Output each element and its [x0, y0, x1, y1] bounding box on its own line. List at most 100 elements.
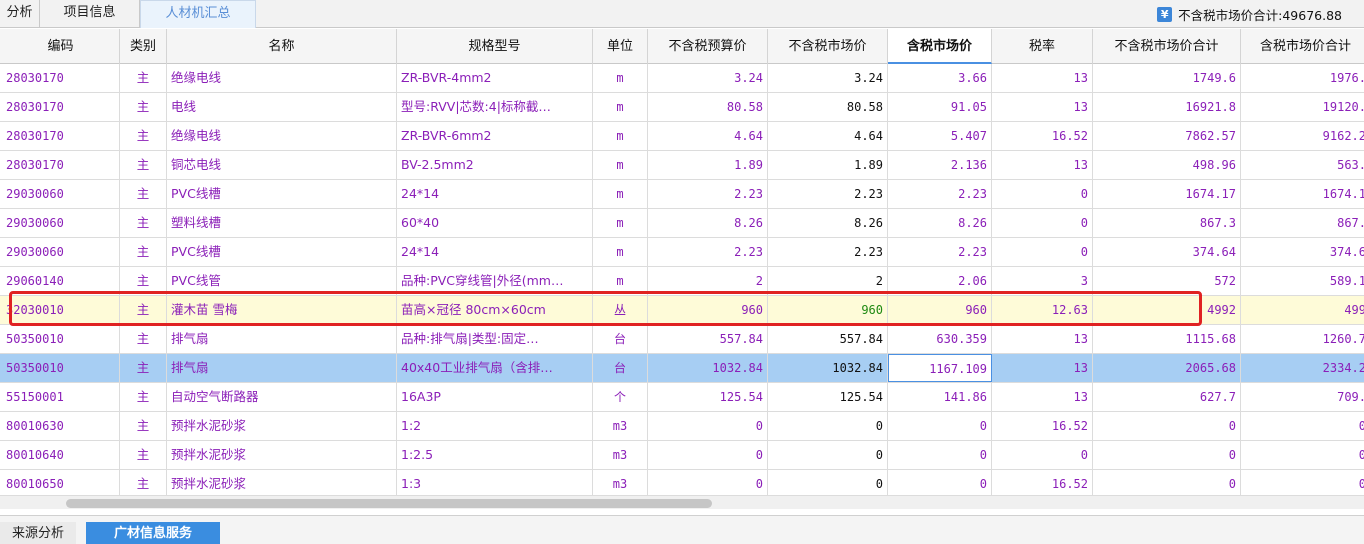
market-total-tax-cell[interactable]: 2334.2 — [1241, 354, 1364, 382]
table-row[interactable]: 28030170 主绝缘电线 ZR-BVR-4mm2 m 3.24 3.24 3.66 13 1… — [0, 64, 1364, 93]
col-market-total-tax[interactable]: 含税市场价合计 — [1241, 29, 1364, 64]
market-total-cell[interactable]: 867.3 — [1093, 209, 1241, 237]
budget-price-cell[interactable]: 3.24 — [648, 64, 768, 92]
market-price-cell[interactable]: 2 — [768, 267, 888, 295]
market-total-cell[interactable]: 374.64 — [1093, 238, 1241, 266]
spec-cell[interactable]: 40x40工业排气扇（含排… — [397, 354, 593, 382]
market-price-tax-cell[interactable]: 3.66 — [888, 64, 992, 92]
market-total-cell[interactable]: 0 — [1093, 412, 1241, 440]
budget-price-cell[interactable]: 4.64 — [648, 122, 768, 150]
code-cell[interactable]: 28030170 — [2, 122, 120, 150]
market-price-cell[interactable]: 3.24 — [768, 64, 888, 92]
budget-price-cell[interactable]: 557.84 — [648, 325, 768, 353]
name-cell[interactable]: 预拌水泥砂浆 — [167, 412, 397, 440]
code-cell[interactable]: 32030010 — [2, 296, 120, 324]
unit-cell[interactable]: m3 — [593, 441, 648, 469]
table-row[interactable]: 50350010 主排气扇 40x40工业排气扇（含排… 台 1032.84 1032.8… — [0, 354, 1364, 383]
unit-cell[interactable]: 台 — [593, 354, 648, 382]
unit-cell[interactable]: m3 — [593, 470, 648, 495]
market-total-tax-cell[interactable]: 9162.2 — [1241, 122, 1364, 150]
col-unit[interactable]: 单位 — [593, 29, 648, 64]
budget-price-cell[interactable]: 2.23 — [648, 238, 768, 266]
table-row[interactable]: 28030170 主绝缘电线 ZR-BVR-6mm2 m 4.64 4.64 5.407 16… — [0, 122, 1364, 151]
market-total-cell[interactable]: 1115.68 — [1093, 325, 1241, 353]
market-total-tax-cell[interactable]: 0 — [1241, 412, 1364, 440]
code-cell[interactable]: 50350010 — [2, 325, 120, 353]
col-market-price[interactable]: 不含税市场价 — [768, 29, 888, 64]
market-price-tax-cell[interactable]: 960 — [888, 296, 992, 324]
unit-cell[interactable]: m — [593, 151, 648, 179]
col-spec[interactable]: 规格型号 — [397, 29, 593, 64]
type-cell[interactable]: 主 — [120, 93, 167, 121]
table-row[interactable]: 80010650主预拌水泥砂浆1:3m300016.5200 — [0, 470, 1364, 495]
tax-rate-cell[interactable]: 13 — [992, 93, 1093, 121]
name-cell[interactable]: 排气扇 — [167, 325, 397, 353]
code-cell[interactable]: 29030060 — [2, 238, 120, 266]
type-cell[interactable]: 主 — [120, 470, 167, 495]
tax-rate-cell[interactable]: 13 — [992, 325, 1093, 353]
market-price-cell[interactable]: 0 — [768, 441, 888, 469]
table-row[interactable]: 29060140 主 PVC线管 品种:PVC穿线管|外径(mm… m 2 2 2.06 3 57… — [0, 267, 1364, 296]
horizontal-scrollbar[interactable] — [0, 495, 1364, 509]
tax-rate-cell[interactable]: 0 — [992, 180, 1093, 208]
spec-cell[interactable]: ZR-BVR-6mm2 — [397, 122, 593, 150]
name-cell[interactable]: 电线 — [167, 93, 397, 121]
table-row[interactable]: 28030170 主电线 型号:RVV|芯数:4|标称截… m 80.58 80.58 91… — [0, 93, 1364, 122]
code-cell[interactable]: 80010640 — [2, 441, 120, 469]
name-cell[interactable]: 绝缘电线 — [167, 64, 397, 92]
budget-price-cell[interactable]: 80.58 — [648, 93, 768, 121]
market-total-cell[interactable]: 7862.57 — [1093, 122, 1241, 150]
type-cell[interactable]: 主 — [120, 354, 167, 382]
col-market-total[interactable]: 不含税市场价合计 — [1093, 29, 1241, 64]
table-row[interactable]: 55150001 主自动空气断路器 16A3P 个 125.54 125.54 141.86… — [0, 383, 1364, 412]
unit-cell[interactable]: m — [593, 238, 648, 266]
market-total-tax-cell[interactable]: 1674.1 — [1241, 180, 1364, 208]
market-total-tax-cell[interactable]: 563. — [1241, 151, 1364, 179]
budget-price-cell[interactable]: 1032.84 — [648, 354, 768, 382]
market-price-tax-cell[interactable]: 2.06 — [888, 267, 992, 295]
market-total-cell[interactable]: 4992 — [1093, 296, 1241, 324]
tax-rate-cell[interactable]: 16.52 — [992, 122, 1093, 150]
spec-cell[interactable]: ZR-BVR-4mm2 — [397, 64, 593, 92]
market-total-tax-cell[interactable]: 1976. — [1241, 64, 1364, 92]
market-price-tax-cell[interactable]: 2.136 — [888, 151, 992, 179]
tax-rate-cell[interactable]: 16.52 — [992, 412, 1093, 440]
tax-rate-cell[interactable]: 0 — [992, 209, 1093, 237]
tax-rate-cell[interactable]: 0 — [992, 238, 1093, 266]
market-price-tax-cell[interactable]: 5.407 — [888, 122, 992, 150]
tax-rate-cell[interactable]: 13 — [992, 383, 1093, 411]
market-total-tax-cell[interactable]: 374.6 — [1241, 238, 1364, 266]
table-row[interactable]: 29030060 主 PVC线槽 24*14 m 2.23 2.23 2.23 0 1674.1… — [0, 180, 1364, 209]
market-price-tax-cell[interactable]: 141.86 — [888, 383, 992, 411]
tab-material-info-service[interactable]: 广材信息服务 — [86, 522, 220, 544]
table-row[interactable]: 50350010 主排气扇 品种:排气扇|类型:固定… 台 557.84 557.84 63… — [0, 325, 1364, 354]
type-cell[interactable]: 主 — [120, 441, 167, 469]
tab-analysis[interactable]: 分析 — [0, 0, 40, 28]
market-price-cell[interactable]: 125.54 — [768, 383, 888, 411]
budget-price-cell[interactable]: 0 — [648, 441, 768, 469]
code-cell[interactable]: 29030060 — [2, 209, 120, 237]
unit-cell[interactable]: m — [593, 93, 648, 121]
budget-price-cell[interactable]: 2.23 — [648, 180, 768, 208]
name-cell[interactable]: 自动空气断路器 — [167, 383, 397, 411]
name-cell[interactable]: PVC线管 — [167, 267, 397, 295]
market-total-tax-cell[interactable]: 709. — [1241, 383, 1364, 411]
col-code[interactable]: 编码 — [2, 29, 120, 64]
unit-cell[interactable]: 台 — [593, 325, 648, 353]
market-price-tax-cell[interactable]: 0 — [888, 441, 992, 469]
name-cell[interactable]: 预拌水泥砂浆 — [167, 441, 397, 469]
market-total-cell[interactable]: 498.96 — [1093, 151, 1241, 179]
name-cell[interactable]: 灌木苗 雪梅 — [167, 296, 397, 324]
budget-price-cell[interactable]: 125.54 — [648, 383, 768, 411]
market-total-cell[interactable]: 1749.6 — [1093, 64, 1241, 92]
type-cell[interactable]: 主 — [120, 122, 167, 150]
tab-source-analysis[interactable]: 来源分析 — [0, 522, 76, 544]
code-cell[interactable]: 28030170 — [2, 93, 120, 121]
budget-price-cell[interactable]: 0 — [648, 470, 768, 495]
budget-price-cell[interactable]: 960 — [648, 296, 768, 324]
market-total-tax-cell[interactable]: 0 — [1241, 441, 1364, 469]
market-price-cell[interactable]: 8.26 — [768, 209, 888, 237]
tax-rate-cell[interactable]: 3 — [992, 267, 1093, 295]
market-total-tax-cell[interactable]: 589.1 — [1241, 267, 1364, 295]
market-price-cell[interactable]: 4.64 — [768, 122, 888, 150]
